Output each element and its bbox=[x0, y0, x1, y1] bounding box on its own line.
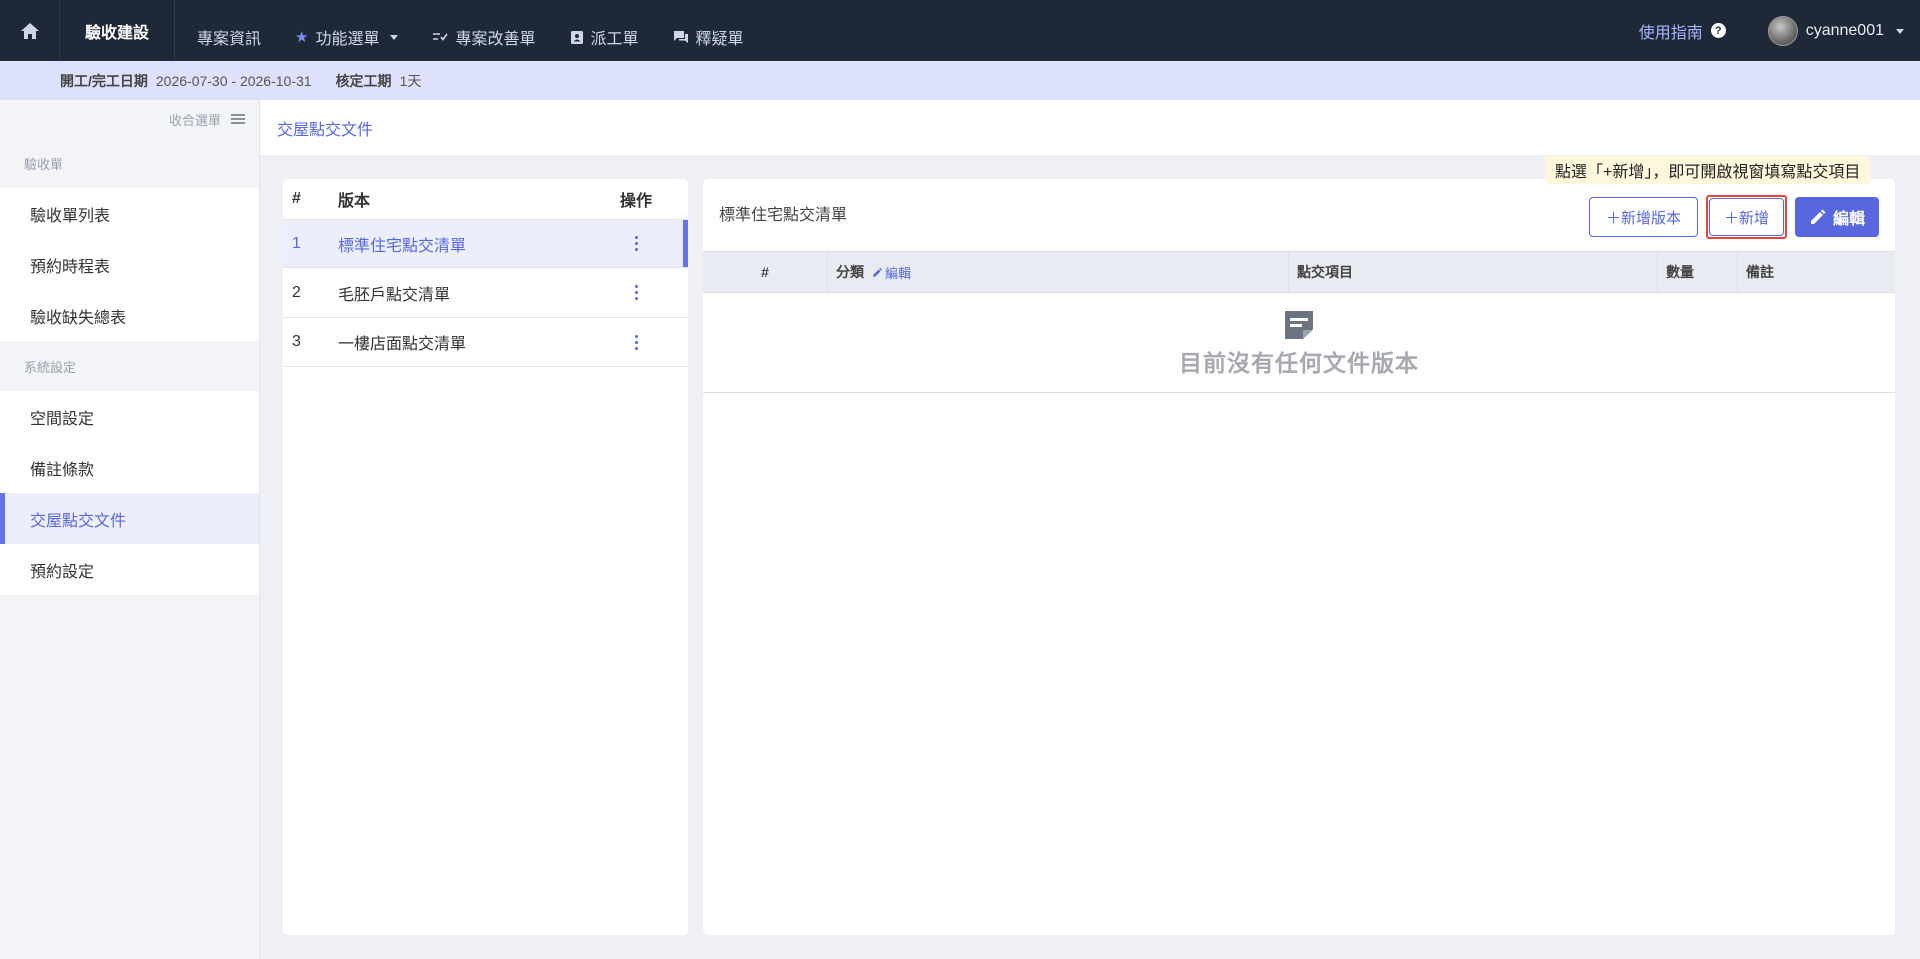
caret-down-icon bbox=[1896, 29, 1904, 34]
nav-improvement-orders[interactable]: 專案改善單 bbox=[432, 0, 536, 61]
version-row[interactable]: 2 毛胚戶點交清單 bbox=[283, 268, 688, 318]
header-num: # bbox=[292, 190, 301, 207]
header-note: 備註 bbox=[1746, 264, 1774, 280]
edit-category-link[interactable]: 編輯 bbox=[872, 263, 911, 282]
header-category-label: 分類 bbox=[836, 264, 864, 280]
sidebar-item-schedule[interactable]: 預約時程表 bbox=[0, 239, 259, 290]
version-num: 3 bbox=[292, 333, 301, 350]
date-value: 2026-07-30 - 2026-10-31 bbox=[155, 72, 312, 89]
empty-state-text: 目前沒有任何文件版本 bbox=[1179, 349, 1419, 376]
add-button-highlight: ＋新增 bbox=[1705, 195, 1787, 239]
help-icon: ? bbox=[1710, 23, 1726, 38]
more-vert-icon[interactable] bbox=[629, 232, 644, 255]
top-navbar: 驗收建設 專案資訊 ★ 功能選單 專案改善單 派工單 釋疑單 使用指南 ? cy… bbox=[0, 0, 1920, 61]
chat-icon bbox=[673, 30, 689, 44]
document-detail-card: 標準住宅點交清單 ＋新增版本 ＋新增 編輯 # 分類 編輯 點交項目 數量 備註… bbox=[703, 179, 1895, 935]
version-name: 一樓店面點交清單 bbox=[338, 336, 467, 353]
nav-dispatch-orders[interactable]: 派工單 bbox=[570, 0, 639, 61]
period-value: 1天 bbox=[399, 72, 422, 89]
checklist-icon bbox=[432, 31, 449, 43]
items-table-header: # 分類 編輯 點交項目 數量 備註 bbox=[703, 251, 1895, 293]
nav-project-info[interactable]: 專案資訊 bbox=[197, 0, 261, 61]
pencil-icon bbox=[1810, 209, 1826, 224]
star-icon: ★ bbox=[295, 28, 309, 46]
version-row[interactable]: 3 一樓店面點交清單 bbox=[283, 318, 688, 367]
period-label: 核定工期 bbox=[335, 72, 392, 89]
sidebar-item-handover-docs[interactable]: 交屋點交文件 bbox=[0, 493, 259, 544]
home-button[interactable] bbox=[0, 0, 60, 61]
clipboard-user-icon bbox=[570, 29, 584, 45]
version-table-header: # 版本 操作 bbox=[283, 179, 688, 220]
add-version-button[interactable]: ＋新增版本 bbox=[1588, 197, 1698, 237]
sidebar-group-title: 驗收單 bbox=[24, 156, 64, 172]
add-button-tooltip: 點選「+新增」，即可開啟視窗填寫點交項目 bbox=[1545, 156, 1871, 184]
more-vert-icon[interactable] bbox=[629, 331, 644, 354]
version-name: 毛胚戶點交清單 bbox=[338, 286, 451, 304]
header-num: # bbox=[703, 252, 828, 292]
hamburger-icon bbox=[231, 114, 245, 124]
username: cyanne001 bbox=[1805, 21, 1884, 39]
sidebar-item-space-settings[interactable]: 空間設定 bbox=[0, 391, 259, 442]
version-name: 標準住宅點交清單 bbox=[338, 237, 467, 255]
nav-improvement-orders-label: 專案改善單 bbox=[455, 30, 536, 48]
brand-title[interactable]: 驗收建設 bbox=[60, 0, 175, 61]
note-icon bbox=[1285, 310, 1313, 339]
nav-project-info-label: 專案資訊 bbox=[197, 30, 262, 48]
avatar bbox=[1767, 15, 1798, 46]
user-guide-label: 使用指南 bbox=[1638, 24, 1703, 42]
nav-dispatch-orders-label: 派工單 bbox=[590, 30, 639, 48]
header-item: 點交項目 bbox=[1289, 252, 1658, 292]
home-icon bbox=[20, 22, 39, 39]
version-row[interactable]: 1 標準住宅點交清單 bbox=[283, 220, 688, 268]
project-info-bar: 開工/完工日期 2026-07-30 - 2026-10-31 核定工期 1天 bbox=[0, 61, 1920, 100]
sidebar-item-inspection-list[interactable]: 驗收單列表 bbox=[0, 188, 259, 239]
sidebar-item-remark-terms[interactable]: 備註條款 bbox=[0, 442, 259, 493]
document-title: 標準住宅點交清單 bbox=[719, 207, 848, 224]
date-label: 開工/完工日期 bbox=[60, 72, 148, 89]
version-list-card: # 版本 操作 1 標準住宅點交清單 2 毛胚戶點交清單 3 一樓店面點交清單 bbox=[283, 179, 688, 935]
sidebar: 收合選單 驗收單 驗收單列表 預約時程表 驗收缺失總表 系統設定 空間設定 備註… bbox=[0, 100, 260, 959]
user-guide-link[interactable]: 使用指南 ? bbox=[1639, 19, 1726, 43]
breadcrumb-current[interactable]: 交屋點交文件 bbox=[277, 116, 373, 140]
collapse-menu-label: 收合選單 bbox=[168, 112, 221, 128]
nav-clarification-orders-label: 釋疑單 bbox=[695, 30, 744, 48]
sidebar-item-defect-summary[interactable]: 驗收缺失總表 bbox=[0, 290, 259, 341]
header-actions: 操作 bbox=[619, 193, 652, 210]
sidebar-group-title: 系統設定 bbox=[24, 359, 77, 375]
collapse-menu-button[interactable]: 收合選單 bbox=[0, 100, 259, 138]
user-menu[interactable]: cyanne001 bbox=[1767, 15, 1904, 46]
more-vert-icon[interactable] bbox=[629, 281, 644, 304]
version-num: 1 bbox=[292, 234, 301, 252]
header-category: 分類 編輯 bbox=[828, 252, 1289, 292]
breadcrumb: 交屋點交文件 bbox=[260, 100, 1920, 155]
pencil-icon bbox=[873, 267, 883, 277]
header-quantity: 數量 bbox=[1658, 252, 1738, 292]
nav-function-menu-label: 功能選單 bbox=[315, 30, 380, 48]
caret-down-icon bbox=[390, 35, 399, 40]
nav-clarification-orders[interactable]: 釋疑單 bbox=[673, 0, 744, 61]
edit-button[interactable]: 編輯 bbox=[1794, 197, 1879, 237]
version-num: 2 bbox=[292, 283, 301, 301]
edit-category-label: 編輯 bbox=[885, 265, 912, 281]
nav-function-menu[interactable]: ★ 功能選單 bbox=[295, 0, 399, 61]
edit-button-label: 編輯 bbox=[1832, 211, 1865, 228]
sidebar-item-booking-settings[interactable]: 預約設定 bbox=[0, 544, 259, 595]
add-button[interactable]: ＋新增 bbox=[1708, 198, 1784, 236]
empty-state: 目前沒有任何文件版本 bbox=[703, 293, 1895, 393]
header-version: 版本 bbox=[338, 193, 371, 210]
